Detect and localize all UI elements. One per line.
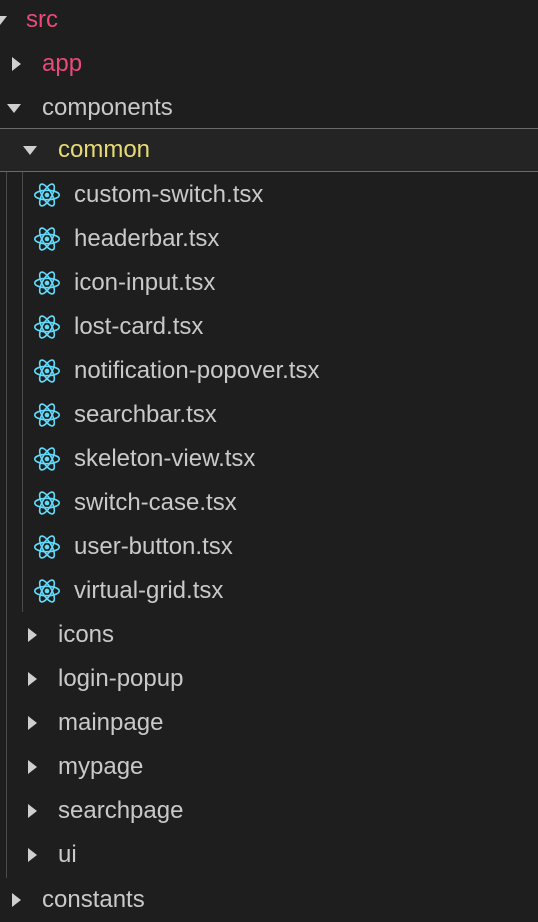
chevron-right-icon — [12, 57, 21, 71]
file-item-label: custom-switch.tsx — [74, 181, 264, 208]
chevron-right-icon — [12, 893, 21, 907]
file-item-label: skeleton-view.tsx — [74, 445, 256, 472]
file-item[interactable]: lost-card.tsx — [0, 305, 538, 349]
chevron-right-icon — [28, 760, 37, 774]
subfolder-item-label: ui — [58, 841, 77, 868]
folder-common[interactable]: common — [0, 128, 538, 172]
chevron-right-icon — [28, 716, 37, 730]
react-icon — [33, 401, 61, 429]
file-item-label: switch-case.tsx — [74, 489, 237, 516]
file-item-label: searchbar.tsx — [74, 401, 217, 428]
react-icon — [33, 445, 61, 473]
file-item-label: headerbar.tsx — [74, 225, 220, 252]
file-item[interactable]: user-button.tsx — [0, 525, 538, 569]
file-item-label: lost-card.tsx — [74, 313, 204, 340]
folder-constants-label: constants — [42, 886, 145, 913]
file-item[interactable]: headerbar.tsx — [0, 217, 538, 261]
subfolder-item-label: searchpage — [58, 797, 184, 824]
folder-components-label: components — [42, 94, 173, 121]
folder-src[interactable]: src — [0, 0, 538, 42]
chevron-down-icon — [0, 16, 7, 25]
react-icon — [33, 533, 61, 561]
react-icon — [33, 269, 61, 297]
file-item[interactable]: skeleton-view.tsx — [0, 437, 538, 481]
chevron-down-icon — [7, 104, 21, 113]
chevron-down-icon — [23, 146, 37, 155]
subfolder-item-label: mypage — [58, 753, 144, 780]
react-icon — [33, 577, 61, 605]
react-icon — [33, 313, 61, 341]
subfolder-item[interactable]: mainpage — [0, 701, 538, 745]
chevron-right-icon — [28, 804, 37, 818]
folder-components[interactable]: components — [0, 86, 538, 130]
file-item[interactable]: custom-switch.tsx — [0, 173, 538, 217]
subfolder-item-label: login-popup — [58, 665, 184, 692]
folder-constants[interactable]: constants — [0, 878, 538, 922]
subfolder-item[interactable]: login-popup — [0, 657, 538, 701]
file-item-label: notification-popover.tsx — [74, 357, 320, 384]
chevron-right-icon — [28, 672, 37, 686]
react-icon — [33, 357, 61, 385]
file-item-label: user-button.tsx — [74, 533, 233, 560]
file-item[interactable]: icon-input.tsx — [0, 261, 538, 305]
subfolder-item-label: icons — [58, 621, 115, 648]
folder-common-label: common — [58, 136, 151, 163]
file-item[interactable]: notification-popover.tsx — [0, 349, 538, 393]
file-item[interactable]: virtual-grid.tsx — [0, 569, 538, 613]
file-item[interactable]: searchbar.tsx — [0, 393, 538, 437]
file-item-label: virtual-grid.tsx — [74, 577, 224, 604]
subfolder-item[interactable]: mypage — [0, 745, 538, 789]
folder-src-label: src — [26, 6, 58, 33]
file-explorer-tree: src app components common custom-switch.… — [0, 0, 538, 916]
file-item[interactable]: switch-case.tsx — [0, 481, 538, 525]
chevron-right-icon — [28, 628, 37, 642]
subfolder-item[interactable]: icons — [0, 613, 538, 657]
react-icon — [33, 181, 61, 209]
file-item-label: icon-input.tsx — [74, 269, 216, 296]
folder-app[interactable]: app — [0, 42, 538, 86]
chevron-right-icon — [28, 848, 37, 862]
folder-app-label: app — [42, 50, 83, 77]
react-icon — [33, 225, 61, 253]
subfolder-item[interactable]: searchpage — [0, 789, 538, 833]
subfolder-item[interactable]: ui — [0, 833, 538, 877]
subfolder-item-label: mainpage — [58, 709, 164, 736]
react-icon — [33, 489, 61, 517]
